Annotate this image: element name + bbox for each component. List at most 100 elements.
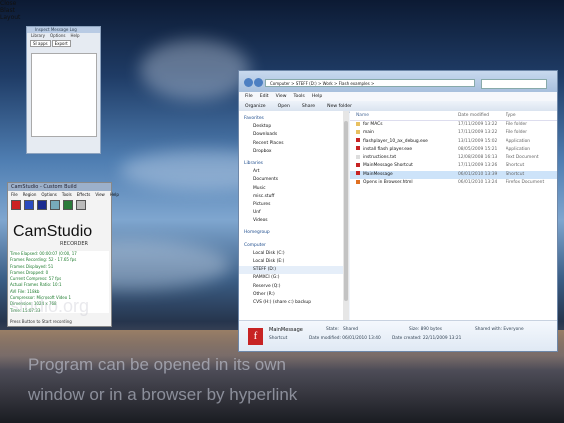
nav-group-libraries[interactable]: Libraries [239,160,343,168]
close-button[interactable]: Close [0,0,22,7]
minimize-view-icon[interactable] [76,200,86,210]
file-list: Name Date modified Type for MACs 17/11/20… [350,111,557,321]
nav-item[interactable]: Videos [239,217,343,225]
file-date: 06/01/2010 13:24 [457,180,498,186]
menu-file[interactable]: File [11,192,18,197]
details-state-label: State: [326,327,339,332]
file-row[interactable]: Opens in Browser.html 06/01/2010 13:24 Fir… [350,179,557,187]
nav-item[interactable]: misc.stuff [239,193,343,201]
nav-item[interactable]: STEFF (D:) [239,266,343,275]
nav-item[interactable]: Local Disk (C:) [239,250,343,258]
file-icon [356,121,360,126]
new-folder-button[interactable]: New folder [327,104,352,109]
menu-tools[interactable]: Tools [294,94,305,99]
nav-scrollbar-thumb[interactable] [344,121,348,301]
address-bar[interactable]: Computer > STEFF (D:) > Work > Flash exa… [265,79,475,87]
share-button[interactable]: Share [302,104,315,109]
nav-item[interactable]: Downloads [239,131,343,139]
nav-item[interactable]: Dropbox [239,148,343,156]
details-pane: f MainMessage Shortcut State: Shared Dat… [239,320,557,351]
watermark: studio.org [10,296,90,316]
file-type: Application [505,146,531,152]
file-row[interactable]: install flash player.exe 08/05/2009 15:21… [350,146,557,154]
file-date: 12/08/2008 16:13 [457,155,498,161]
file-name: install flash player.exe [350,146,458,154]
menu-effects[interactable]: Effects [77,192,91,197]
nav-item[interactable]: Local Disk (E:) [239,258,343,266]
details-size: Size: 890 bytes [409,327,443,332]
column-name[interactable]: Name [350,111,458,120]
file-icon [356,146,360,151]
menu-view[interactable]: View [276,94,287,99]
navigation-pane: Favorites Desktop Downloads Recent Place… [239,111,344,321]
file-row[interactable]: for MACs 17/11/2009 13:22 File folder [350,121,557,129]
file-row[interactable]: flashplayer_10_ax_debug.exe 13/11/2009 15… [350,138,557,146]
camstudio-title: CamStudio - Custom Build [8,183,111,191]
column-type[interactable]: Type [506,111,557,120]
menu-item[interactable]: Help [70,33,79,39]
nav-item[interactable]: Documents [239,176,343,184]
nav-item[interactable]: RAMXCI (G:) [239,274,343,282]
record-icon[interactable] [11,200,21,210]
file-row[interactable]: MainMessage Shortcut 17/11/2009 13:26 Shor… [350,162,557,170]
file-row[interactable]: main 17/11/2009 13:22 File folder [350,129,557,137]
forward-icon[interactable] [254,78,263,87]
menu-edit[interactable]: Edit [260,94,269,99]
search-input[interactable] [481,79,547,89]
file-icon [356,162,360,167]
menu-file[interactable]: File [245,94,253,99]
nav-group-favorites[interactable]: Favorites [239,115,343,123]
nav-item[interactable]: Music [239,185,343,193]
file-row[interactable]: instructions.txt 12/08/2008 16:13 Text Doc… [350,154,557,162]
nav-item[interactable]: Other (R:) [239,291,343,299]
file-type: File folder [505,130,528,136]
file-type: Application [505,138,531,144]
file-name-text: MainMessage Shortcut [363,163,413,169]
file-name-text: install flash player.exe [363,146,413,152]
tab-apps[interactable]: SI apps [30,40,51,47]
menu-options[interactable]: Options [41,192,56,197]
nav-item[interactable]: Art [239,168,343,176]
menu-item[interactable]: Library [31,33,45,39]
nav-item[interactable]: Unf [239,209,343,217]
nav-item[interactable]: CVS (H:) (share c:) backup [239,299,343,307]
file-name-text: MainMessage [363,171,393,177]
menu-view[interactable]: View [95,192,105,197]
file-type: Shortcut [505,163,525,169]
nav-group-homegroup[interactable]: Homegroup [239,229,343,237]
file-name-text: flashplayer_10_ax_debug.exe [363,138,428,144]
file-type: Shortcut [505,171,525,177]
dialog-panel [31,53,97,137]
menu-tools[interactable]: Tools [62,192,72,197]
nav-item[interactable]: Recent Places [239,140,343,148]
nav-group-computer[interactable]: Computer [239,242,343,250]
menu-help[interactable]: Help [110,192,119,197]
stop-icon[interactable] [37,200,47,210]
nav-item[interactable]: Pictures [239,201,343,209]
caption-line-2: window or in a browser by hyperlink [28,385,298,404]
details-created: Date created: 22/11/2009 13:21 [392,336,462,341]
desktop: { "dialog": { "title": "Inspect Message … [0,0,564,423]
settings-icon[interactable] [63,200,73,210]
pause-icon[interactable] [24,200,34,210]
layout-button[interactable]: Blast Layout [0,7,30,21]
nav-item[interactable]: Desktop [239,123,343,131]
file-name-text: instructions.txt [363,155,397,161]
file-type: Text Document [505,155,539,161]
file-icon [356,179,360,184]
column-date[interactable]: Date modified [458,111,506,120]
file-icon [356,154,360,159]
open-button[interactable]: Open [278,104,290,109]
file-row[interactable]: MainMessage 06/01/2010 13:39 Shortcut [350,170,557,180]
nav-item[interactable]: Reserve (Q:) [239,283,343,291]
file-date: 17/11/2009 13:22 [457,122,498,127]
back-icon[interactable] [244,78,253,87]
menu-item[interactable]: Options [50,33,65,39]
organize-button[interactable]: Organize [245,104,266,109]
tab-export[interactable]: Export [51,40,71,47]
menu-help[interactable]: Help [312,94,322,99]
region-icon[interactable] [50,200,60,210]
menu-region[interactable]: Region [23,192,37,197]
message-log-dialog: Inspect Message Log Library Options Help… [26,26,101,154]
file-name: flashplayer_10_ax_debug.exe [350,138,458,146]
